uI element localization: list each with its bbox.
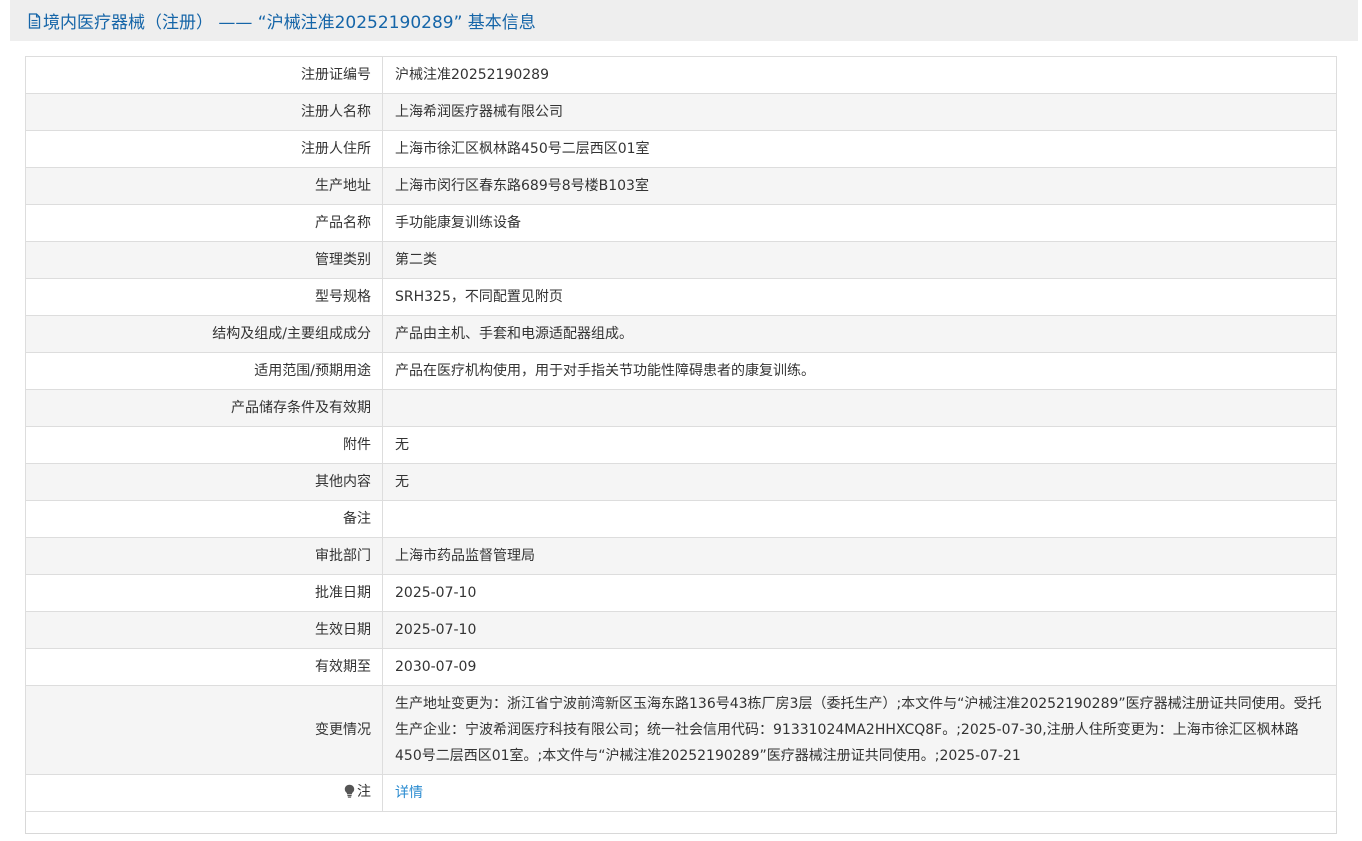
row-value xyxy=(382,500,1337,538)
note-value-cell: 详情 xyxy=(382,774,1337,812)
note-label: 注 xyxy=(357,784,371,800)
row-value: 上海市闵行区春东路689号8号楼B103室 xyxy=(382,167,1337,205)
row-label: 生效日期 xyxy=(25,611,383,649)
table-row: 注册人名称 上海希润医疗器械有限公司 xyxy=(25,93,1337,131)
table-row: 结构及组成/主要组成成分 产品由主机、手套和电源适配器组成。 xyxy=(25,315,1337,353)
table-row: 生产地址 上海市闵行区春东路689号8号楼B103室 xyxy=(25,167,1337,205)
table-row: 批准日期 2025-07-10 xyxy=(25,574,1337,612)
row-value: 产品由主机、手套和电源适配器组成。 xyxy=(382,315,1337,353)
row-value: 2025-07-10 xyxy=(382,574,1337,612)
page-title: 境内医疗器械（注册） —— “沪械注准20252190289” 基本信息 xyxy=(43,13,536,33)
table-row: 适用范围/预期用途 产品在医疗机构使用，用于对手指关节功能性障碍患者的康复训练。 xyxy=(25,352,1337,390)
row-label: 变更情况 xyxy=(25,685,383,775)
details-link[interactable]: 详情 xyxy=(395,785,423,801)
row-label: 注册人住所 xyxy=(25,130,383,168)
row-value: 无 xyxy=(382,463,1337,501)
row-value: 上海希润医疗器械有限公司 xyxy=(382,93,1337,131)
lightbulb-icon xyxy=(344,781,355,807)
row-value: SRH325，不同配置见附页 xyxy=(382,278,1337,316)
table-row: 型号规格 SRH325，不同配置见附页 xyxy=(25,278,1337,316)
row-label: 审批部门 xyxy=(25,537,383,575)
row-value xyxy=(382,389,1337,427)
row-label: 注册证编号 xyxy=(25,56,383,94)
row-value: 2025-07-10 xyxy=(382,611,1337,649)
info-table: 注册证编号 沪械注准20252190289 注册人名称 上海希润医疗器械有限公司… xyxy=(25,56,1337,812)
row-value: 沪械注准20252190289 xyxy=(382,56,1337,94)
table-row: 注册人住所 上海市徐汇区枫林路450号二层西区01室 xyxy=(25,130,1337,168)
row-label: 备注 xyxy=(25,500,383,538)
row-label: 结构及组成/主要组成成分 xyxy=(25,315,383,353)
table-row: 产品名称 手功能康复训练设备 xyxy=(25,204,1337,242)
row-value: 手功能康复训练设备 xyxy=(382,204,1337,242)
row-label: 适用范围/预期用途 xyxy=(25,352,383,390)
table-row: 审批部门 上海市药品监督管理局 xyxy=(25,537,1337,575)
row-value: 无 xyxy=(382,426,1337,464)
table-row: 变更情况 生产地址变更为：浙江省宁波前湾新区玉海东路136号43栋厂房3层（委托… xyxy=(25,685,1337,775)
row-label: 管理类别 xyxy=(25,241,383,279)
document-icon xyxy=(27,12,41,29)
info-panel: 注册证编号 沪械注准20252190289 注册人名称 上海希润医疗器械有限公司… xyxy=(25,56,1337,834)
table-row: 有效期至 2030-07-09 xyxy=(25,648,1337,686)
row-label: 产品名称 xyxy=(25,204,383,242)
row-label: 有效期至 xyxy=(25,648,383,686)
row-label: 生产地址 xyxy=(25,167,383,205)
row-value: 上海市药品监督管理局 xyxy=(382,537,1337,575)
table-row: 注册证编号 沪械注准20252190289 xyxy=(25,56,1337,94)
table-row: 管理类别 第二类 xyxy=(25,241,1337,279)
table-row: 附件 无 xyxy=(25,426,1337,464)
row-value: 2030-07-09 xyxy=(382,648,1337,686)
page: 境内医疗器械（注册） —— “沪械注准20252190289” 基本信息 注册证… xyxy=(0,0,1362,841)
row-label: 其他内容 xyxy=(25,463,383,501)
row-label: 产品储存条件及有效期 xyxy=(25,389,383,427)
row-value: 上海市徐汇区枫林路450号二层西区01室 xyxy=(382,130,1337,168)
row-label: 注册人名称 xyxy=(25,93,383,131)
table-row: 生效日期 2025-07-10 xyxy=(25,611,1337,649)
row-label: 型号规格 xyxy=(25,278,383,316)
page-header: 境内医疗器械（注册） —— “沪械注准20252190289” 基本信息 xyxy=(10,0,1358,41)
row-label: 附件 xyxy=(25,426,383,464)
row-value: 第二类 xyxy=(382,241,1337,279)
note-label-cell: 注 xyxy=(25,774,383,812)
table-row: 其他内容 无 xyxy=(25,463,1337,501)
note-row: 注 详情 xyxy=(25,774,1337,812)
table-row: 产品储存条件及有效期 xyxy=(25,389,1337,427)
row-value: 产品在医疗机构使用，用于对手指关节功能性障碍患者的康复训练。 xyxy=(382,352,1337,390)
table-row: 备注 xyxy=(25,500,1337,538)
change-history-text: 生产地址变更为：浙江省宁波前湾新区玉海东路136号43栋厂房3层（委托生产）;本… xyxy=(382,685,1337,775)
row-label: 批准日期 xyxy=(25,574,383,612)
